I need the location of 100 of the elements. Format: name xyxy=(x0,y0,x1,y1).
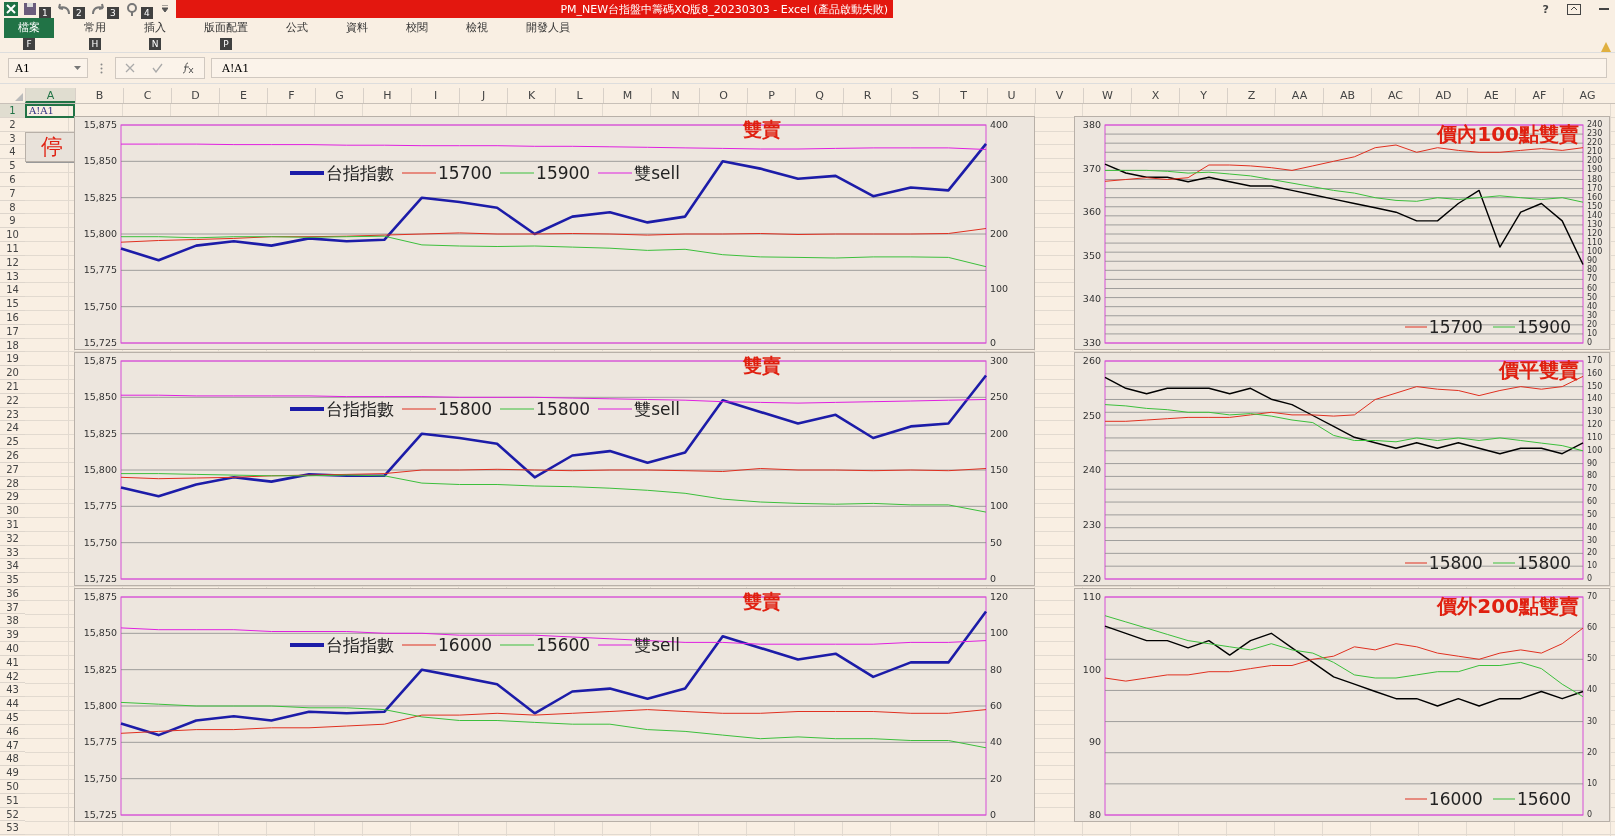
column-header[interactable]: AE xyxy=(1467,88,1515,103)
row-header[interactable]: 35 xyxy=(0,573,25,587)
column-header[interactable]: AF xyxy=(1515,88,1563,103)
insert-function-icon[interactable] xyxy=(181,62,196,74)
row-header[interactable]: 19 xyxy=(0,352,25,367)
ribbon-tab[interactable]: 公式 xyxy=(278,18,316,38)
row-header[interactable]: 47 xyxy=(0,738,25,753)
row-header[interactable]: 50 xyxy=(0,780,25,794)
row-header[interactable]: 38 xyxy=(0,614,25,629)
column-header[interactable]: AG xyxy=(1563,88,1611,103)
column-header[interactable]: Y xyxy=(1179,88,1227,103)
chart-area[interactable]: 台指指數 15800 15800 雙sell 雙賣 15,725 15,750 15,775 15,800 15,825 15,850 15,875 0 50 100 150 200 250 300 xyxy=(74,352,1035,586)
ribbon-tab[interactable]: 開發人員 xyxy=(518,18,578,38)
ribbon-tab[interactable]: 檢視 xyxy=(458,18,496,38)
file-tab[interactable]: 檔案 xyxy=(4,18,54,38)
column-header[interactable]: H xyxy=(363,88,411,103)
column-header[interactable]: X xyxy=(1131,88,1179,103)
row-header[interactable]: 21 xyxy=(0,379,25,394)
row-header[interactable]: 34 xyxy=(0,559,25,574)
row-header[interactable]: 18 xyxy=(0,338,25,353)
column-header[interactable]: V xyxy=(1035,88,1083,103)
row-header[interactable]: 6 xyxy=(0,173,25,187)
row-header[interactable]: 11 xyxy=(0,241,25,256)
row-header[interactable]: 12 xyxy=(0,255,25,270)
row-header[interactable]: 26 xyxy=(0,448,25,463)
row-header[interactable]: 13 xyxy=(0,269,25,284)
row-header[interactable]: 46 xyxy=(0,724,25,739)
row-header[interactable]: 52 xyxy=(0,807,25,822)
row-header[interactable]: 32 xyxy=(0,531,25,546)
formula-field[interactable]: A!A1 xyxy=(211,58,1607,78)
column-header[interactable]: Q xyxy=(795,88,843,103)
column-header[interactable]: T xyxy=(939,88,987,103)
row-header[interactable]: 10 xyxy=(0,228,25,242)
column-header[interactable]: A xyxy=(25,88,75,103)
column-header[interactable]: K xyxy=(507,88,555,103)
row-header[interactable]: 30 xyxy=(0,504,25,518)
column-header[interactable]: N xyxy=(651,88,699,103)
column-header[interactable]: F xyxy=(267,88,315,103)
ribbon-tab[interactable]: 校閱 xyxy=(398,18,436,38)
column-header[interactable]: AA xyxy=(1275,88,1323,103)
row-header[interactable]: 39 xyxy=(0,628,25,643)
redo-icon[interactable] xyxy=(90,2,106,16)
row-header[interactable]: 9 xyxy=(0,214,25,229)
row-header[interactable]: 37 xyxy=(0,600,25,615)
row-header[interactable]: 20 xyxy=(0,366,25,380)
column-header[interactable]: E xyxy=(219,88,267,103)
row-header[interactable]: 31 xyxy=(0,517,25,532)
column-header[interactable]: Z xyxy=(1227,88,1275,103)
help-button[interactable]: ? xyxy=(1542,2,1549,16)
ribbon-tab[interactable]: 版面配置 xyxy=(196,18,256,38)
row-header[interactable]: 2 xyxy=(0,117,25,132)
ribbon-tab[interactable]: 插入 xyxy=(136,18,174,38)
row-header[interactable]: 40 xyxy=(0,642,25,656)
row-header[interactable]: 25 xyxy=(0,435,25,449)
row-header[interactable]: 36 xyxy=(0,586,25,601)
column-header[interactable]: I xyxy=(411,88,459,103)
chart-area[interactable]: 價外200點雙賣 80 90 100 110 0 10 20 30 40 50 60 70 16000 15600 xyxy=(1074,588,1610,822)
ribbon-tab[interactable]: 資料 xyxy=(338,18,376,38)
column-header[interactable]: AB xyxy=(1323,88,1371,103)
ribbon-tab[interactable]: 常用 xyxy=(76,18,114,38)
row-header[interactable]: 44 xyxy=(0,697,25,712)
column-header[interactable]: P xyxy=(747,88,795,103)
chart-area[interactable]: 台指指數 15700 15900 雙sell 雙賣 15,725 15,750 15,775 15,800 15,825 15,850 15,875 0 100 200 300 400 xyxy=(74,116,1035,350)
enter-icon[interactable] xyxy=(152,63,164,73)
row-header[interactable]: 15 xyxy=(0,297,25,311)
row-header[interactable]: 7 xyxy=(0,186,25,201)
row-header[interactable]: 48 xyxy=(0,752,25,767)
column-header[interactable]: U xyxy=(987,88,1035,103)
row-header[interactable]: 27 xyxy=(0,462,25,477)
row-header[interactable]: 8 xyxy=(0,200,25,215)
undo-icon[interactable] xyxy=(56,2,72,16)
row-header[interactable]: 43 xyxy=(0,683,25,698)
column-header[interactable]: C xyxy=(123,88,171,103)
column-header[interactable]: AD xyxy=(1419,88,1467,103)
row-header[interactable]: 16 xyxy=(0,310,25,325)
column-header[interactable]: J xyxy=(459,88,507,103)
save-icon[interactable] xyxy=(22,2,38,16)
column-header[interactable]: G xyxy=(315,88,363,103)
row-header[interactable]: 42 xyxy=(0,669,25,684)
active-cell[interactable]: A!A1 xyxy=(25,104,75,118)
row-header[interactable]: 49 xyxy=(0,766,25,781)
column-header[interactable]: M xyxy=(603,88,651,103)
column-header[interactable]: W xyxy=(1083,88,1131,103)
row-header[interactable]: 23 xyxy=(0,407,25,422)
row-header[interactable]: 29 xyxy=(0,490,25,505)
column-header[interactable]: O xyxy=(699,88,747,103)
column-header[interactable]: S xyxy=(891,88,939,103)
column-header[interactable]: R xyxy=(843,88,891,103)
row-header[interactable]: 17 xyxy=(0,324,25,339)
row-header[interactable]: 14 xyxy=(0,283,25,298)
customize-icon[interactable] xyxy=(162,5,168,13)
row-header[interactable]: 22 xyxy=(0,393,25,408)
column-header[interactable]: L xyxy=(555,88,603,103)
row-header[interactable]: 45 xyxy=(0,711,25,725)
row-header[interactable]: 24 xyxy=(0,421,25,436)
row-header[interactable]: 41 xyxy=(0,655,25,670)
column-header[interactable]: B xyxy=(75,88,123,103)
cancel-icon[interactable] xyxy=(124,63,135,73)
column-header[interactable]: D xyxy=(171,88,219,103)
column-header[interactable]: AC xyxy=(1371,88,1419,103)
